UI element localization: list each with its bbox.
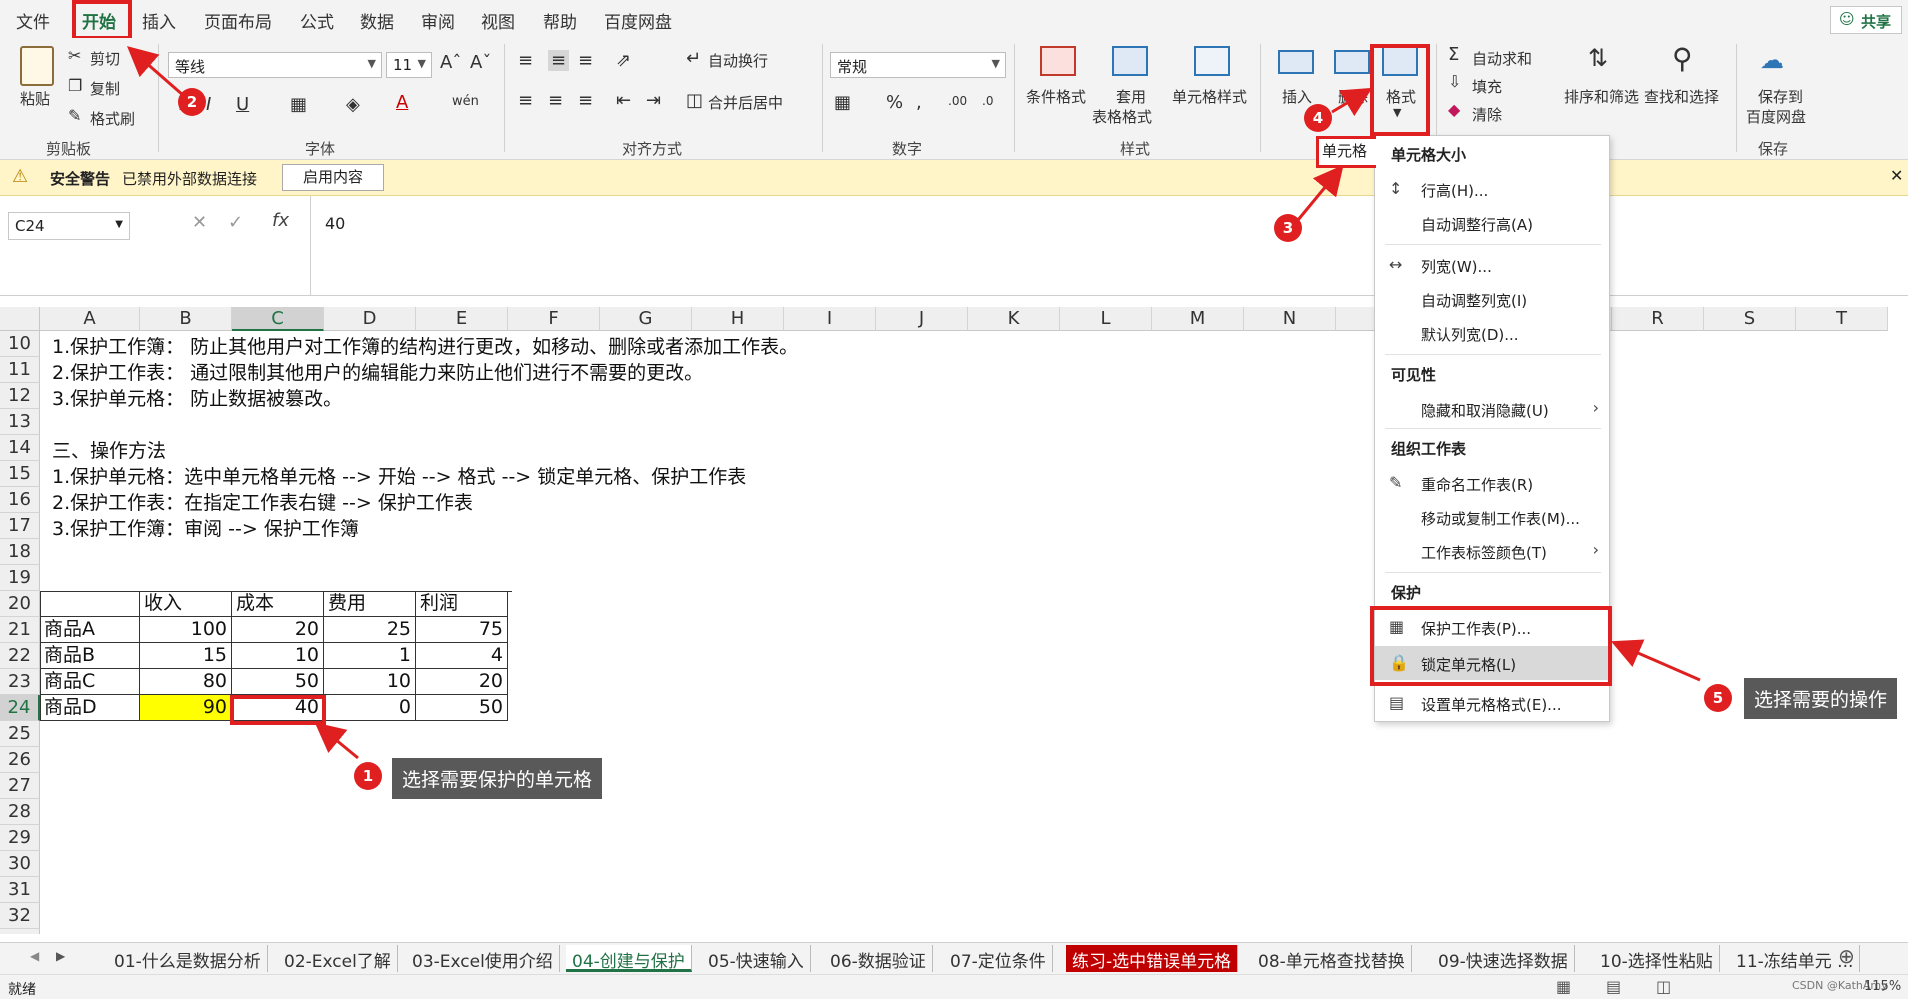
page-layout-view-icon[interactable]: ▤ — [1606, 977, 1621, 996]
sheet-tab[interactable]: 练习-选中错误单元格 — [1066, 945, 1239, 972]
prev-sheet-icon[interactable]: ◀ — [30, 949, 39, 963]
sheet-tab[interactable]: 05-快速输入 — [702, 945, 811, 972]
sheet-tab-bar: ◀ ▶ 01-什么是数据分析 02-Excel了解 03-Excel使用介绍 04-创… — [0, 942, 1908, 974]
sheet-tab[interactable]: 03-Excel使用介绍 — [406, 945, 560, 972]
sheet-tab[interactable]: 07-定位条件 — [944, 945, 1053, 972]
annotation-arrows — [126, 46, 1701, 760]
sheet-tab[interactable]: 02-Excel了解 — [278, 945, 398, 972]
step-badge-2: 2 — [178, 88, 206, 116]
step-badge-5: 5 — [1704, 684, 1732, 712]
sheet-tab[interactable]: 06-数据验证 — [824, 945, 933, 972]
sheet-tab[interactable]: 01-什么是数据分析 — [108, 945, 268, 972]
zoom-level[interactable]: 115% — [1864, 979, 1901, 994]
step-badge-4: 4 — [1304, 104, 1332, 132]
tooltip-step-1: 选择需要保护的单元格 — [392, 758, 603, 799]
arrow-4 — [1331, 87, 1373, 117]
arrow-3 — [1296, 164, 1344, 221]
page-break-view-icon[interactable]: ◫ — [1656, 977, 1671, 996]
arrow-5 — [1610, 639, 1701, 682]
tooltip-step-5: 选择需要的操作 — [1744, 678, 1898, 719]
normal-view-icon[interactable]: ▦ — [1556, 977, 1571, 996]
step-badge-1: 1 — [354, 762, 382, 790]
sheet-tab[interactable]: 09-快速选择数据 — [1432, 945, 1575, 972]
step-badge-3: 3 — [1274, 214, 1302, 242]
add-sheet-icon[interactable]: ⊕ — [1838, 944, 1855, 968]
next-sheet-icon[interactable]: ▶ — [56, 949, 65, 963]
status-ready: 就绪 — [8, 982, 36, 998]
status-bar: 就绪 ▦ ▤ ◫ CSDN @KathAmy 115% — [0, 974, 1908, 999]
sheet-tab[interactable]: 04-创建与保护 — [566, 945, 692, 972]
arrow-2 — [126, 46, 185, 98]
arrow-1 — [314, 722, 359, 760]
sheet-tab[interactable]: 08-单元格查找替换 — [1252, 945, 1412, 972]
sheet-tab[interactable]: 10-选择性粘贴 — [1594, 945, 1720, 972]
